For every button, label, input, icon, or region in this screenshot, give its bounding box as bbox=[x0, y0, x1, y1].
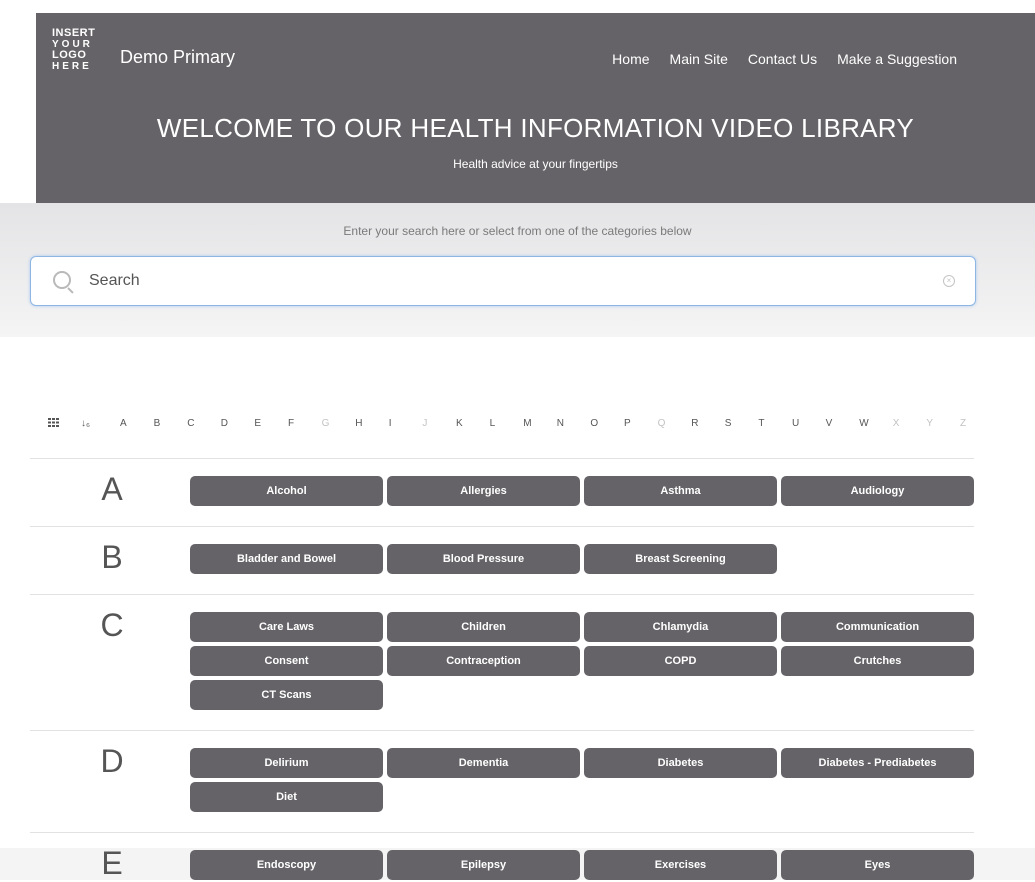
alpha-filter-z: Z bbox=[960, 418, 967, 429]
page-title: WELCOME TO OUR HEALTH INFORMATION VIDEO … bbox=[156, 113, 915, 143]
category-button[interactable]: Epilepsy bbox=[387, 850, 580, 880]
page-subtitle: Health advice at your fingertips bbox=[453, 157, 618, 171]
alpha-filter-o[interactable]: O bbox=[590, 418, 598, 429]
category-button[interactable]: Chlamydia bbox=[584, 612, 777, 642]
alpha-filter-r[interactable]: R bbox=[691, 418, 698, 429]
group-letter-b: B bbox=[101, 539, 123, 575]
search-hint: Enter your search here or select from on… bbox=[343, 224, 692, 238]
alpha-filter-w[interactable]: W bbox=[859, 418, 868, 429]
category-button[interactable]: Alcohol bbox=[190, 476, 383, 506]
alpha-filter-p[interactable]: P bbox=[624, 418, 631, 429]
alpha-filter-t[interactable]: T bbox=[758, 418, 764, 429]
group-letter-a: A bbox=[101, 471, 123, 507]
category-button[interactable]: Allergies bbox=[387, 476, 580, 506]
alpha-filter-u[interactable]: U bbox=[792, 418, 799, 429]
alpha-filter-f[interactable]: F bbox=[288, 418, 294, 429]
logo-line: LOGO bbox=[52, 49, 87, 61]
nav-main-site[interactable]: Main Site bbox=[670, 51, 728, 67]
category-button[interactable]: Crutches bbox=[781, 646, 974, 676]
alpha-filter-v[interactable]: V bbox=[826, 418, 833, 429]
nav-home[interactable]: Home bbox=[612, 51, 649, 67]
category-button[interactable]: Diet bbox=[190, 782, 383, 812]
alpha-filter-i[interactable]: I bbox=[389, 418, 392, 429]
category-button[interactable]: Asthma bbox=[584, 476, 777, 506]
site-name[interactable]: Demo Primary bbox=[120, 47, 235, 68]
category-button[interactable]: Bladder and Bowel bbox=[190, 544, 383, 574]
alpha-filter-j: J bbox=[422, 418, 428, 429]
logo[interactable]: INSERT YOUR LOGO HERE bbox=[52, 27, 96, 73]
alpha-filter-y: Y bbox=[926, 418, 934, 429]
group-divider bbox=[30, 832, 974, 833]
category-button[interactable]: Consent bbox=[190, 646, 383, 676]
category-button[interactable]: CT Scans bbox=[190, 680, 383, 710]
group-letter-d: D bbox=[100, 743, 124, 779]
alpha-filter-x: X bbox=[892, 418, 900, 429]
category-button[interactable]: Communication bbox=[781, 612, 974, 642]
nav-make-a-suggestion[interactable]: Make a Suggestion bbox=[837, 51, 957, 67]
category-button[interactable]: Dementia bbox=[387, 748, 580, 778]
sort-az-icon[interactable]: ↓₆ bbox=[81, 418, 90, 429]
alpha-filter-g: G bbox=[321, 418, 330, 429]
search-section: Enter your search here or select from on… bbox=[0, 203, 1035, 337]
main-nav: Home Main Site Contact Us Make a Suggest… bbox=[612, 51, 957, 67]
category-button[interactable]: Children bbox=[387, 612, 580, 642]
category-button[interactable]: Contraception bbox=[387, 646, 580, 676]
group-letter-e: E bbox=[101, 845, 123, 881]
group-letter-c: C bbox=[100, 607, 124, 643]
logo-line: INSERT bbox=[52, 27, 96, 39]
clear-search-icon[interactable]: × bbox=[943, 275, 955, 287]
group-divider bbox=[30, 594, 974, 595]
alphabet-filter-bar: ↓₆ A B C D E F G H I J K L M N O P Q R S T U V W X Y Z bbox=[48, 418, 968, 436]
category-button[interactable]: Diabetes bbox=[584, 748, 777, 778]
alpha-filter-h[interactable]: H bbox=[355, 418, 362, 429]
search-input[interactable] bbox=[87, 267, 931, 295]
category-button[interactable]: Breast Screening bbox=[584, 544, 777, 574]
alpha-filter-b[interactable]: B bbox=[154, 418, 161, 429]
category-button[interactable]: Eyes bbox=[781, 850, 974, 880]
alpha-filter-q: Q bbox=[657, 418, 666, 429]
category-button[interactable]: Blood Pressure bbox=[387, 544, 580, 574]
alpha-filter-m[interactable]: M bbox=[523, 418, 531, 429]
category-button[interactable]: Audiology bbox=[781, 476, 974, 506]
category-button[interactable]: Diabetes - Prediabetes bbox=[781, 748, 974, 778]
alpha-filter-d[interactable]: D bbox=[221, 418, 228, 429]
category-button[interactable]: Exercises bbox=[584, 850, 777, 880]
alpha-filter-k[interactable]: K bbox=[456, 418, 463, 429]
group-divider bbox=[30, 458, 974, 459]
category-button[interactable]: Endoscopy bbox=[190, 850, 383, 880]
category-button[interactable]: Delirium bbox=[190, 748, 383, 778]
alpha-filter-n[interactable]: N bbox=[557, 418, 564, 429]
alpha-filter-e[interactable]: E bbox=[254, 418, 261, 429]
category-button[interactable]: Care Laws bbox=[190, 612, 383, 642]
nav-contact-us[interactable]: Contact Us bbox=[748, 51, 817, 67]
search-box[interactable]: × bbox=[30, 256, 976, 306]
alpha-filter-a[interactable]: A bbox=[120, 418, 127, 429]
grid-view-icon[interactable] bbox=[48, 418, 59, 427]
alpha-filter-l[interactable]: L bbox=[490, 418, 496, 429]
group-divider bbox=[30, 730, 974, 731]
group-divider bbox=[30, 526, 974, 527]
alpha-filter-s[interactable]: S bbox=[725, 418, 732, 429]
category-button[interactable]: COPD bbox=[584, 646, 777, 676]
alpha-filter-c[interactable]: C bbox=[187, 418, 194, 429]
logo-line: HERE bbox=[52, 61, 92, 72]
search-icon bbox=[53, 271, 71, 289]
site-header: INSERT YOUR LOGO HERE Demo Primary Home … bbox=[36, 13, 1035, 203]
